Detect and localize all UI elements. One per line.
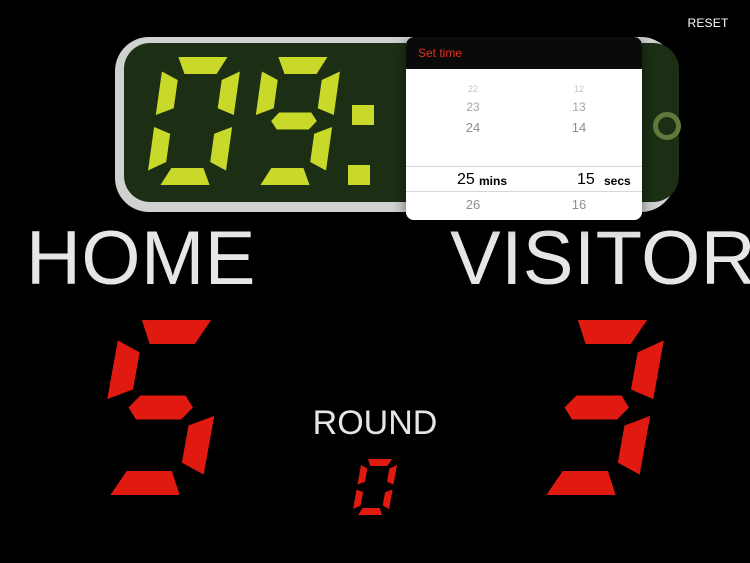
clock-digit-segment-g xyxy=(271,112,317,130)
home-score-digit-segment-c xyxy=(181,415,215,475)
round-digit-segment-f xyxy=(357,464,368,485)
visitor-team-label: VISITOR xyxy=(450,216,750,301)
visitor-score-digit-segment-c xyxy=(617,415,651,475)
clock-digit-segment-d xyxy=(160,168,210,185)
round-digit-segment-d xyxy=(357,508,383,515)
reset-button[interactable]: RESET xyxy=(678,14,738,32)
seconds-wheel[interactable]: 12 13 14 16 17 18 xyxy=(534,69,624,220)
seconds-selected[interactable]: 15 xyxy=(577,170,595,190)
round-digit-segment-c xyxy=(382,489,393,510)
time-picker[interactable]: 22 23 24 26 27 28 25 mins 12 13 14 16 17… xyxy=(406,69,642,220)
round-digit-segment-a xyxy=(368,459,393,466)
clock-colon-dot xyxy=(352,105,374,125)
minutes-option[interactable]: 27 xyxy=(428,218,518,220)
minutes-option[interactable]: 22 xyxy=(428,83,518,95)
seconds-option[interactable]: 13 xyxy=(534,99,624,115)
round-label: ROUND xyxy=(312,404,438,442)
set-time-popover: Set time 22 23 24 26 27 28 25 mins 12 13… xyxy=(406,37,642,220)
home-score[interactable] xyxy=(80,315,230,500)
visitor-score-digit-segment-g xyxy=(564,395,629,420)
clock-digit-segment-b xyxy=(317,71,340,116)
home-score-digit-segment-g xyxy=(128,395,193,420)
home-score-digit-segment-a xyxy=(141,320,212,344)
clock-digit-segment-c xyxy=(310,126,333,171)
clock-digit-segment-f xyxy=(255,71,278,116)
visitor-score-digit-segment-a xyxy=(577,320,648,344)
popover-header: Set time xyxy=(406,37,642,70)
seconds-option[interactable]: 17 xyxy=(534,218,624,220)
minutes-option[interactable]: 23 xyxy=(428,99,518,115)
minutes-option[interactable]: 26 xyxy=(428,196,518,214)
home-team-label: HOME xyxy=(26,216,256,301)
clock-digit-segment-a xyxy=(178,57,228,74)
minutes-unit: mins xyxy=(479,174,508,188)
clock-digit-segment-c xyxy=(210,126,233,171)
seconds-option[interactable]: 16 xyxy=(534,196,624,214)
round-digit-segment-b xyxy=(386,464,398,485)
scoreboard-screen: RESET HOME VISITOR ROUND Set time 22 23 … xyxy=(0,0,750,563)
home-score-digit-segment-d xyxy=(110,471,180,495)
clock-colon-dot xyxy=(348,165,370,185)
seconds-unit: secs xyxy=(604,174,631,188)
clock-digit-segment-f xyxy=(155,71,178,116)
clock-digit-segment-b xyxy=(217,71,240,116)
visitor-score-digit-segment-d xyxy=(546,471,616,495)
round-digit-segment-e xyxy=(353,489,364,510)
clock-digit-segment-a xyxy=(278,57,328,74)
home-score-digit-segment-f xyxy=(107,340,140,400)
minutes-option[interactable]: 24 xyxy=(428,119,518,137)
minutes-selected[interactable]: 25 xyxy=(457,170,475,190)
seconds-option[interactable]: 14 xyxy=(534,119,624,137)
round-value[interactable] xyxy=(346,455,402,519)
circle-outline-icon[interactable] xyxy=(653,112,681,140)
clock-digit-segment-d xyxy=(260,168,310,185)
visitor-score[interactable] xyxy=(516,315,666,500)
visitor-score-digit-segment-b xyxy=(630,340,664,400)
minutes-wheel[interactable]: 22 23 24 26 27 28 xyxy=(428,69,518,220)
clock-digit-segment-e xyxy=(148,126,171,171)
seconds-option[interactable]: 12 xyxy=(534,83,624,95)
popover-title: Set time xyxy=(418,46,463,60)
